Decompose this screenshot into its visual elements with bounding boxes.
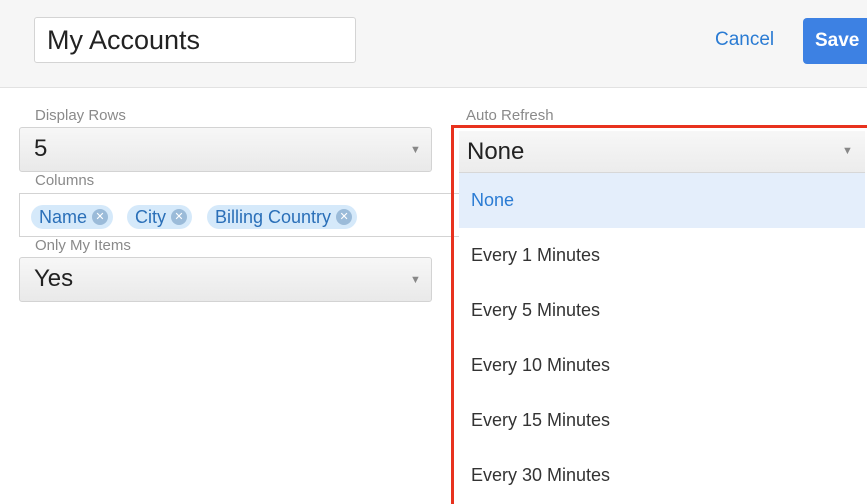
menu-item-every-30-minutes[interactable]: Every 30 Minutes	[459, 448, 865, 503]
column-pill-name[interactable]: Name ✕	[31, 205, 114, 229]
only-my-items-label: Only My Items	[35, 237, 131, 254]
auto-refresh-label: Auto Refresh	[466, 107, 554, 124]
columns-multiselect[interactable]: Name ✕ City ✕ Billing Country ✕	[19, 193, 459, 237]
display-rows-label: Display Rows	[35, 107, 126, 124]
caret-down-icon: ▼	[842, 145, 853, 157]
save-button[interactable]: Save	[803, 18, 867, 64]
remove-circle-icon[interactable]: ✕	[92, 209, 109, 225]
menu-item-every-1-minutes[interactable]: Every 1 Minutes	[459, 228, 865, 283]
column-pill-billing-country[interactable]: Billing Country ✕	[207, 205, 358, 229]
remove-circle-icon[interactable]: ✕	[171, 209, 187, 225]
only-my-items-select[interactable]: Yes ▼	[19, 257, 432, 302]
only-my-items-value: Yes	[34, 265, 74, 292]
menu-item-none[interactable]: None	[459, 173, 865, 228]
remove-circle-icon[interactable]: ✕	[336, 209, 353, 225]
display-rows-select[interactable]: 5 ▼	[19, 127, 432, 172]
menu-item-every-5-minutes[interactable]: Every 5 Minutes	[459, 283, 865, 338]
dashlet-header: Cancel Save	[0, 0, 867, 88]
column-pill-label: Name	[39, 207, 88, 227]
dashlet-title-input[interactable]	[34, 17, 356, 63]
columns-label: Columns	[35, 172, 95, 189]
column-pill-city[interactable]: City ✕	[127, 205, 192, 229]
menu-item-every-10-minutes[interactable]: Every 10 Minutes	[459, 338, 865, 393]
auto-refresh-highlight: None ▼ None Every 1 Minutes Every 5 Minu…	[451, 125, 867, 504]
auto-refresh-select[interactable]: None ▼	[459, 131, 865, 173]
column-pill-label: City	[135, 207, 166, 227]
column-pill-label: Billing Country	[215, 207, 332, 227]
caret-down-icon: ▼	[410, 144, 421, 156]
menu-item-every-15-minutes[interactable]: Every 15 Minutes	[459, 393, 865, 448]
display-rows-value: 5	[34, 135, 48, 162]
auto-refresh-value: None	[467, 138, 525, 165]
auto-refresh-menu: None Every 1 Minutes Every 5 Minutes Eve…	[459, 173, 865, 503]
cancel-button[interactable]: Cancel	[715, 29, 774, 51]
caret-down-icon: ▼	[410, 274, 421, 286]
